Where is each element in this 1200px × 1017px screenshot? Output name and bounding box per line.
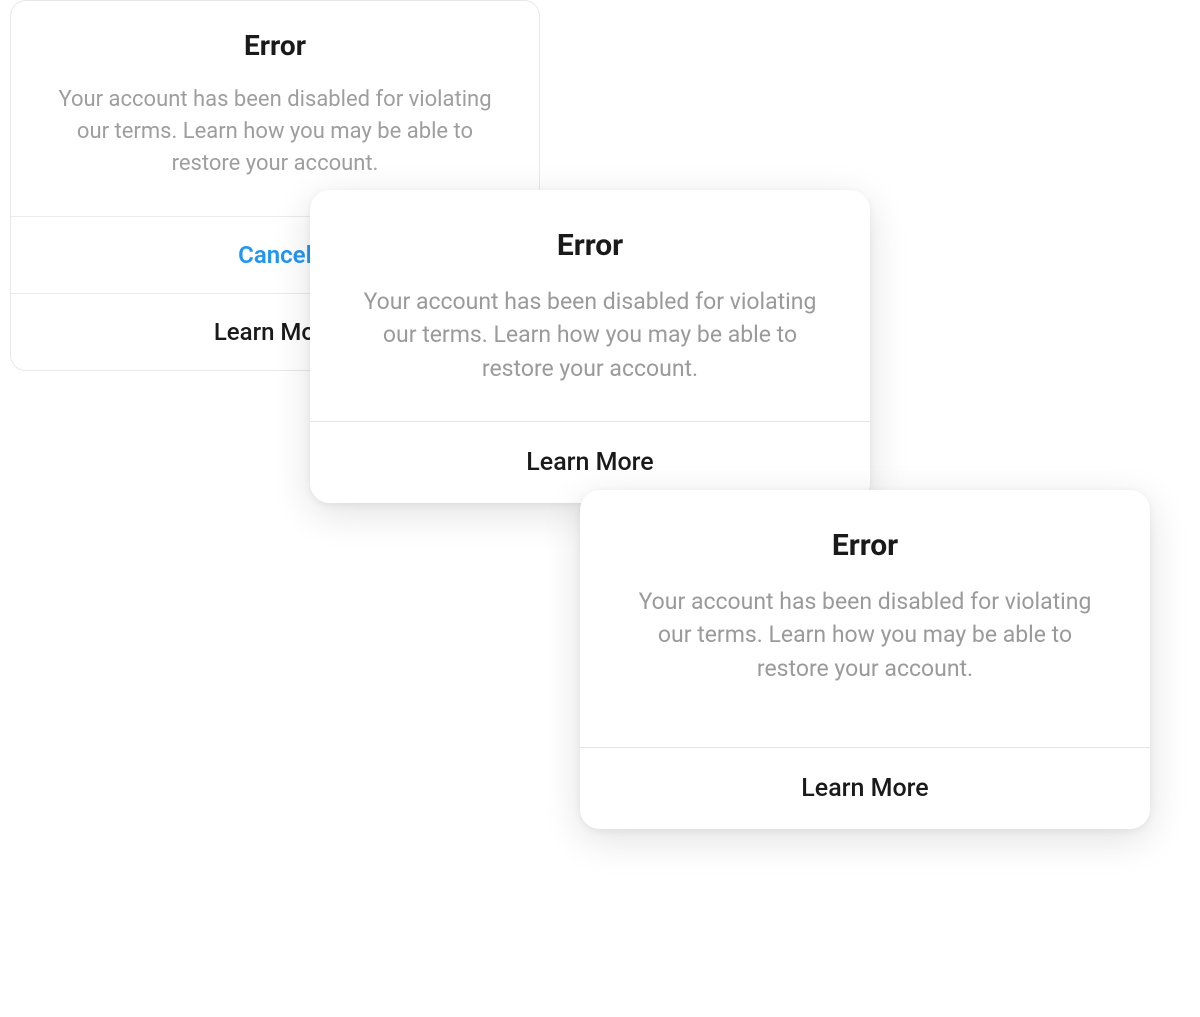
dialog-title: Error (51, 29, 499, 62)
dialog-buttons: Learn More (580, 747, 1150, 829)
dialog-message: Your account has been disabled for viola… (51, 84, 499, 204)
dialog-header: Error Your account has been disabled for… (11, 1, 539, 216)
dialog-message: Your account has been disabled for viola… (620, 585, 1110, 709)
dialog-header: Error Your account has been disabled for… (580, 490, 1150, 747)
learn-more-button[interactable]: Learn More (580, 747, 1150, 829)
dialog-title: Error (620, 528, 1110, 563)
dialog-header: Error Your account has been disabled for… (310, 190, 870, 421)
error-dialog: Error Your account has been disabled for… (310, 190, 870, 503)
dialog-message: Your account has been disabled for viola… (350, 285, 830, 409)
error-dialog: Error Your account has been disabled for… (580, 490, 1150, 829)
dialog-title: Error (350, 228, 830, 263)
